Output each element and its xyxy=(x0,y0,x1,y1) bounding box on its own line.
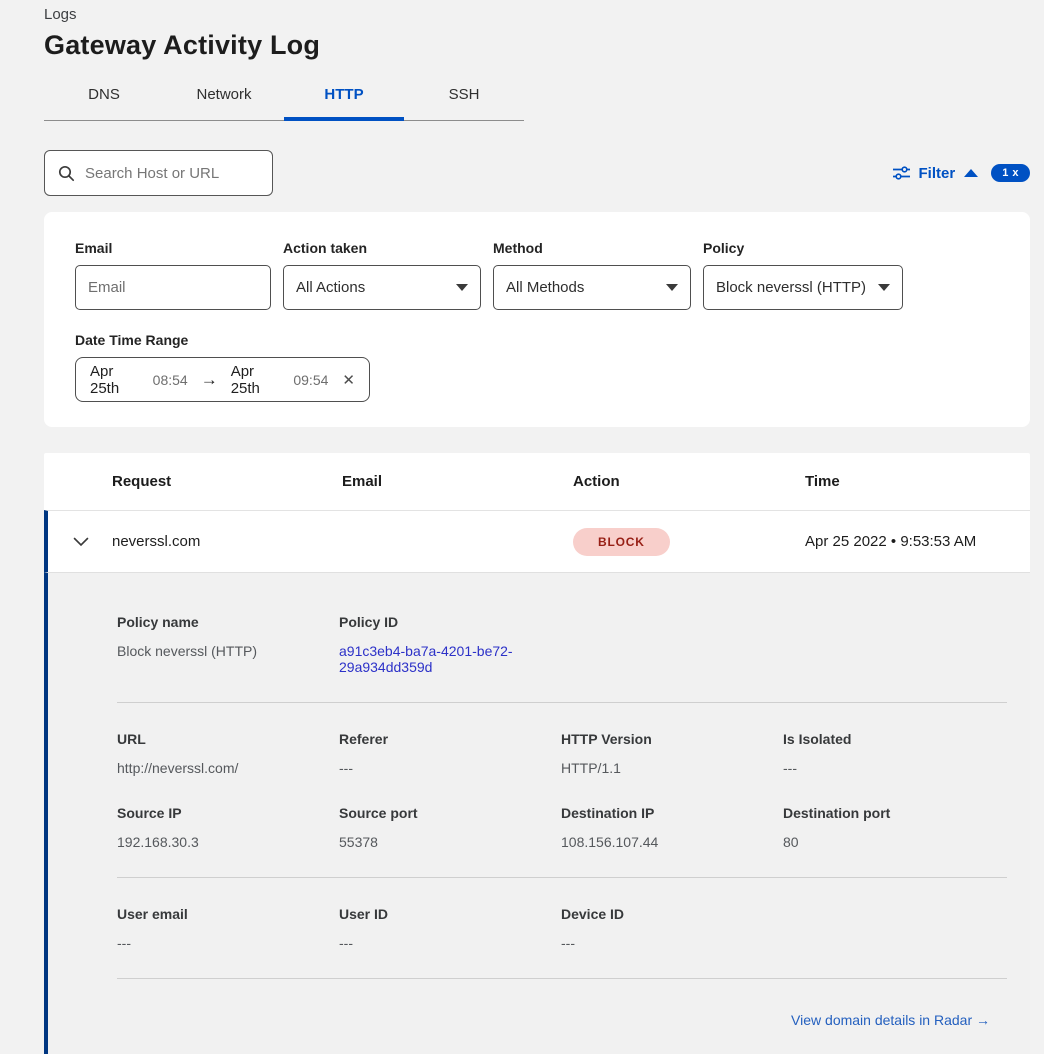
policy-select[interactable]: Block neverssl (HTTP) xyxy=(703,265,903,310)
url-value: http://neverssl.com/ xyxy=(117,760,339,776)
email-filter-input[interactable] xyxy=(88,279,258,296)
breadcrumb[interactable]: Logs xyxy=(44,4,1030,23)
tab-network[interactable]: Network xyxy=(164,77,284,121)
range-start-date[interactable]: Apr 25th xyxy=(90,363,142,397)
user-email-value: --- xyxy=(117,935,339,951)
range-start-time[interactable]: 08:54 xyxy=(153,372,188,388)
policy-id-label: Policy ID xyxy=(339,614,561,630)
source-ip-value: 192.168.30.3 xyxy=(117,834,339,850)
device-id-label: Device ID xyxy=(561,906,783,922)
clear-range-icon[interactable]: ✕ xyxy=(342,371,355,389)
policy-id-link[interactable]: a91c3eb4-ba7a-4201-be72-29a934dd359d xyxy=(339,643,534,675)
activity-table: Request Email Action Time neverssl.com B… xyxy=(44,453,1030,1054)
table-header-row: Request Email Action Time xyxy=(44,453,1030,510)
range-arrow-icon: → xyxy=(201,370,218,390)
block-status-badge: BLOCK xyxy=(573,528,670,556)
action-taken-filter-label: Action taken xyxy=(283,240,481,256)
method-value: All Methods xyxy=(506,279,584,296)
source-ip-label: Source IP xyxy=(117,805,339,821)
expand-chevron-icon[interactable] xyxy=(48,537,112,547)
range-end-time[interactable]: 09:54 xyxy=(293,372,328,388)
date-time-range-picker[interactable]: Apr 25th 08:54 → Apr 25th 09:54 ✕ xyxy=(75,357,370,402)
tab-http[interactable]: HTTP xyxy=(284,77,404,121)
user-id-label: User ID xyxy=(339,906,561,922)
filter-field-policy: Policy Block neverssl (HTTP) xyxy=(703,240,903,310)
chevron-down-icon xyxy=(878,284,890,291)
row-action: BLOCK xyxy=(573,528,805,556)
policy-filter-label: Policy xyxy=(703,240,903,256)
date-time-range-label: Date Time Range xyxy=(75,332,1000,348)
column-header-email[interactable]: Email xyxy=(342,473,573,490)
chevron-down-icon xyxy=(666,284,678,291)
table-row[interactable]: neverssl.com BLOCK Apr 25 2022 • 9:53:53… xyxy=(44,510,1030,573)
source-port-label: Source port xyxy=(339,805,561,821)
policy-name-label: Policy name xyxy=(117,614,339,630)
collapse-caret-icon xyxy=(964,169,978,177)
gateway-activity-log-page: Logs Gateway Activity Log DNS Network HT… xyxy=(0,0,1044,1054)
search-input[interactable] xyxy=(85,165,259,182)
filter-field-action-taken: Action taken All Actions xyxy=(283,240,481,310)
detail-section-policy: Policy name Block neverssl (HTTP) Policy… xyxy=(117,614,1007,675)
range-end-date[interactable]: Apr 25th xyxy=(231,363,283,397)
chevron-down-icon xyxy=(456,284,468,291)
action-taken-value: All Actions xyxy=(296,279,365,296)
action-taken-select[interactable]: All Actions xyxy=(283,265,481,310)
column-header-time[interactable]: Time xyxy=(805,473,1030,490)
method-select[interactable]: All Methods xyxy=(493,265,691,310)
filter-field-method: Method All Methods xyxy=(493,240,691,310)
page-title: Gateway Activity Log xyxy=(44,30,1030,61)
http-version-value: HTTP/1.1 xyxy=(561,760,783,776)
filter-label: Filter xyxy=(919,165,956,182)
column-header-action[interactable]: Action xyxy=(573,473,805,490)
column-header-request[interactable]: Request xyxy=(112,473,342,490)
user-id-value: --- xyxy=(339,935,561,951)
source-port-value: 55378 xyxy=(339,834,561,850)
url-label: URL xyxy=(117,731,339,747)
referer-label: Referer xyxy=(339,731,561,747)
destination-ip-value: 108.156.107.44 xyxy=(561,834,783,850)
destination-port-value: 80 xyxy=(783,834,1007,850)
row-time: Apr 25 2022 • 9:53:53 AM xyxy=(805,533,1030,550)
policy-name-value: Block neverssl (HTTP) xyxy=(117,643,339,659)
destination-port-label: Destination port xyxy=(783,805,1007,821)
policy-value: Block neverssl (HTTP) xyxy=(716,279,866,296)
filter-count-badge[interactable]: 1 x xyxy=(991,164,1030,182)
toolbar: Filter 1 x xyxy=(44,150,1030,196)
email-filter-label: Email xyxy=(75,240,271,256)
tab-dns[interactable]: DNS xyxy=(44,77,164,121)
is-isolated-label: Is Isolated xyxy=(783,731,1007,747)
view-in-radar-link[interactable]: View domain details in Radar → xyxy=(791,1012,990,1028)
method-filter-label: Method xyxy=(493,240,691,256)
filter-toggle[interactable]: Filter 1 x xyxy=(893,164,1030,182)
detail-section-http: URL http://neverssl.com/ Referer --- HTT… xyxy=(117,703,1007,850)
http-version-label: HTTP Version xyxy=(561,731,783,747)
row-request: neverssl.com xyxy=(112,533,342,550)
log-type-tabs: DNS Network HTTP SSH xyxy=(44,77,524,121)
referer-value: --- xyxy=(339,760,561,776)
search-box[interactable] xyxy=(44,150,273,196)
is-isolated-value: --- xyxy=(783,760,1007,776)
detail-section-user: User email --- User ID --- Device ID --- xyxy=(117,878,1007,951)
destination-ip-label: Destination IP xyxy=(561,805,783,821)
filter-panel: Email Action taken All Actions Method Al… xyxy=(44,212,1030,427)
filter-sliders-icon xyxy=(893,166,910,181)
row-detail-panel: Policy name Block neverssl (HTTP) Policy… xyxy=(44,573,1030,1054)
tab-ssh[interactable]: SSH xyxy=(404,77,524,121)
filter-field-email: Email xyxy=(75,240,271,310)
device-id-value: --- xyxy=(561,935,783,951)
user-email-label: User email xyxy=(117,906,339,922)
search-icon xyxy=(58,165,75,182)
